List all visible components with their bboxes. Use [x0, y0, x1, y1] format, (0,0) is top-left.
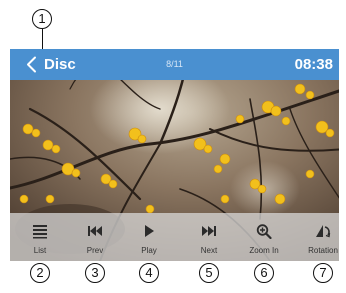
track-counter: 8/11: [166, 59, 183, 69]
callout-5: 5: [199, 263, 219, 283]
list-icon: [33, 225, 47, 239]
zoom-in-button[interactable]: Zoom In: [238, 213, 290, 261]
header-bar: Disc 8/11 08:38: [10, 49, 339, 80]
callout-4: 4: [139, 263, 159, 283]
rotation-button[interactable]: Rotation: [297, 213, 339, 261]
callout-2: 2: [30, 263, 50, 283]
callout-1: 1: [32, 9, 52, 29]
next-button[interactable]: Next: [183, 213, 235, 261]
callout-7: 7: [313, 263, 333, 283]
callout-3: 3: [85, 263, 105, 283]
device-screen: Disc 8/11 08:38 List Prev Play Next Zoom…: [10, 49, 339, 261]
list-button[interactable]: List: [14, 213, 66, 261]
play-button[interactable]: Play: [123, 213, 175, 261]
play-icon: [145, 225, 154, 237]
rotate-icon: [316, 225, 331, 238]
skip-previous-icon: [88, 226, 102, 236]
rotation-label: Rotation: [308, 246, 338, 255]
control-bar: List Prev Play Next Zoom In Rotation: [10, 213, 339, 261]
prev-button[interactable]: Prev: [69, 213, 121, 261]
zoom-in-icon: [256, 224, 272, 239]
play-label: Play: [141, 246, 157, 255]
callout-6: 6: [254, 263, 274, 283]
clock: 08:38: [294, 56, 333, 73]
skip-next-icon: [202, 226, 216, 236]
zoom-in-label: Zoom In: [249, 246, 279, 255]
